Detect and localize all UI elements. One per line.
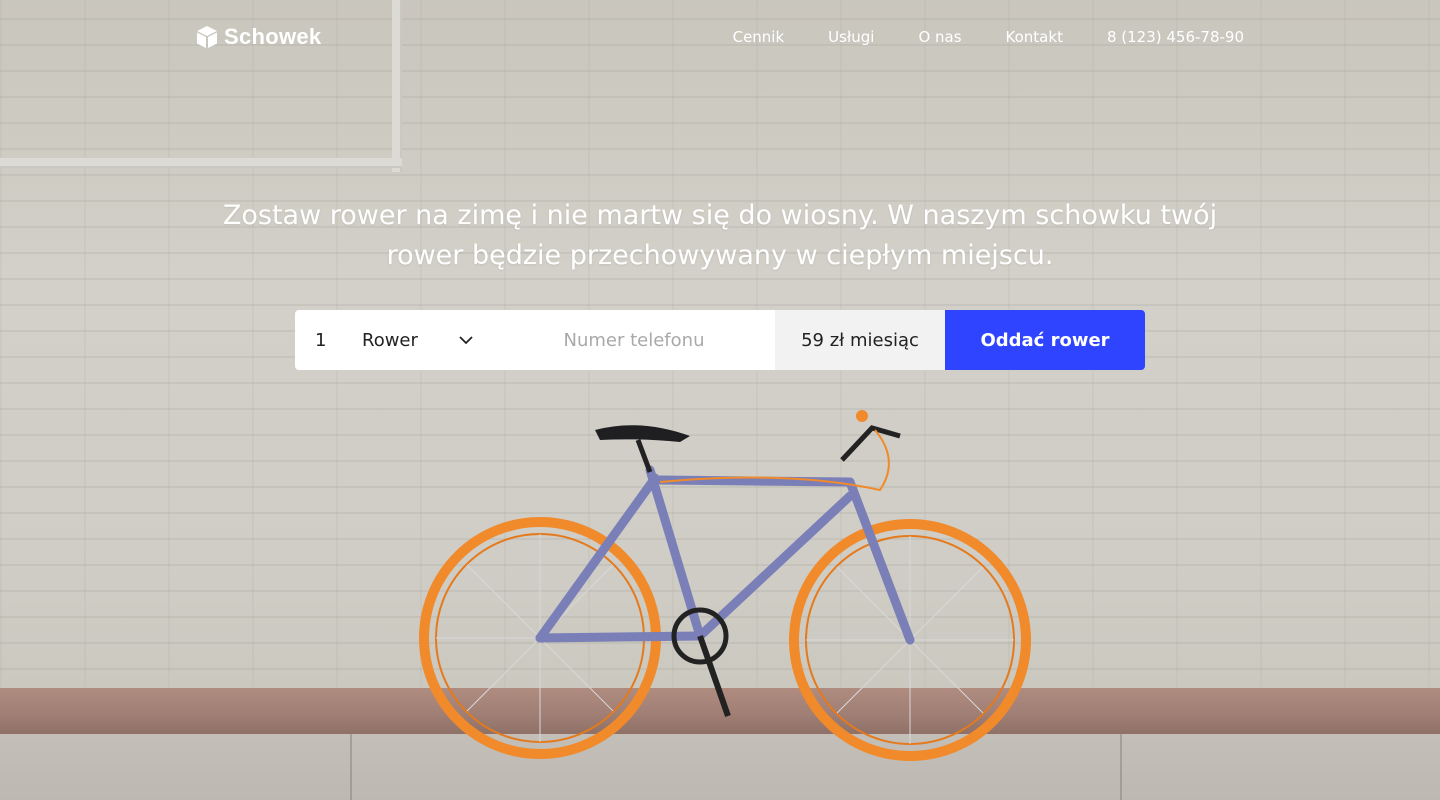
quantity-value: 1 <box>315 329 327 351</box>
phone-input[interactable] <box>493 310 775 370</box>
booking-form: 1 Rower 59 zł miesiąc Oddać rower <box>295 310 1145 370</box>
sidewalk-joint <box>350 734 352 800</box>
hero-background <box>0 0 1440 800</box>
bicycle-image <box>419 410 1031 761</box>
nav-item-uslugi[interactable]: Usługi <box>828 28 874 46</box>
brand-name: Schowek <box>224 24 322 49</box>
type-value: Rower <box>362 329 418 351</box>
logo[interactable]: Schowek <box>196 24 321 50</box>
bike-type-select[interactable]: 1 Rower <box>295 310 493 370</box>
nav-item-kontakt[interactable]: Kontakt <box>1006 28 1063 46</box>
nav-phone-link[interactable]: 8 (123) 456-78-90 <box>1107 28 1244 46</box>
submit-button[interactable]: Oddać rower <box>945 310 1145 370</box>
sidewalk-joint <box>1120 734 1122 800</box>
site-header: Schowek Cennik Usługi O nas Kontakt 8 (1… <box>0 0 1440 76</box>
nav-item-cennik[interactable]: Cennik <box>733 28 785 46</box>
price-display: 59 zł miesiąc <box>775 310 945 370</box>
hero-headline: Zostaw rower na zimę i nie martw się do … <box>222 200 1218 271</box>
main-nav: Cennik Usługi O nas Kontakt 8 (123) 456-… <box>733 28 1244 46</box>
wall-pipe-horizontal <box>0 158 402 168</box>
nav-item-o-nas[interactable]: O nas <box>918 28 961 46</box>
box-icon <box>197 26 217 48</box>
chevron-down-icon <box>459 336 473 345</box>
